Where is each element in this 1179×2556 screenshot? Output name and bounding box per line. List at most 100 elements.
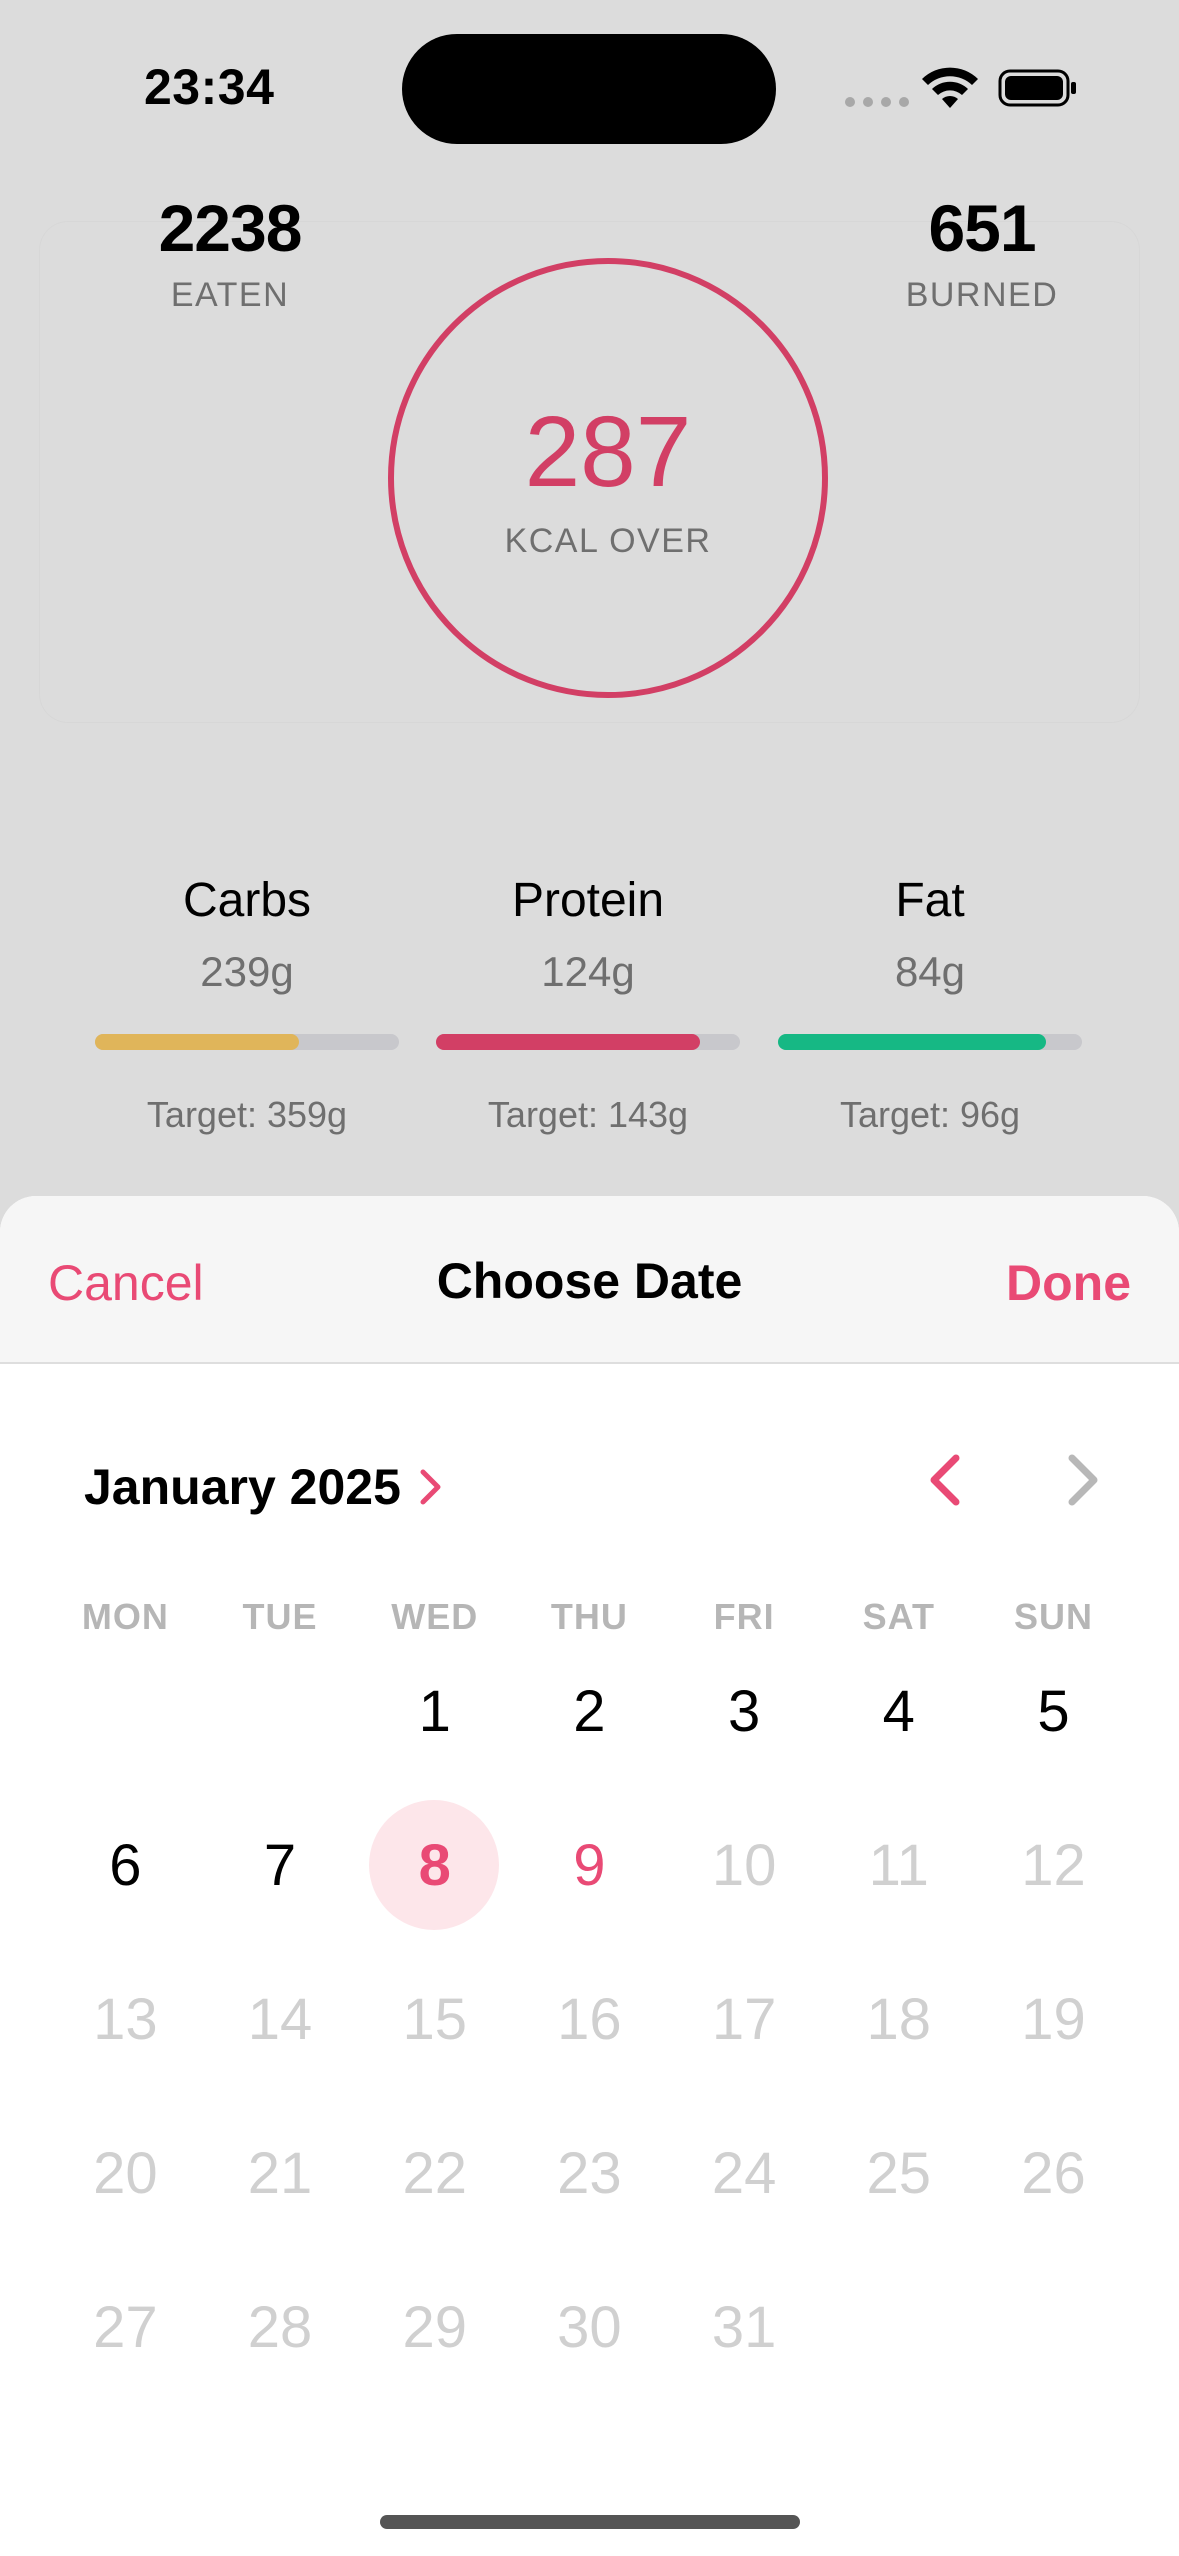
kcal-over-label: KCAL OVER [504,522,712,560]
calendar-day-18: 18 [821,1942,976,2096]
calendar-day-label: 1 [418,1678,451,1744]
calendar-day-label: 22 [402,2140,467,2206]
burned-label: BURNED [905,276,1059,314]
macro-protein: Protein 124g Target: 143g [436,778,740,1136]
calendar-day-label: 7 [263,1832,297,1898]
macro-amount: 84g [894,948,966,995]
status-time: 23:34 [144,59,275,115]
calendar-day-28: 28 [203,2250,358,2404]
weekday-label: SUN [1013,1596,1093,1637]
chevron-right-icon [420,1469,441,1505]
home-indicator [380,2515,800,2529]
sheet-title: Choose Date [436,1253,743,1309]
calendar-day-19: 19 [976,1942,1131,2096]
calendar-day-label: 28 [247,2294,313,2360]
macro-target: Target: 96g [839,1094,1021,1135]
calendar-day-label: 3 [727,1678,761,1744]
calendar-day-5[interactable]: 5 [976,1634,1131,1788]
macro-target: Target: 359g [146,1094,348,1135]
macro-name: Carbs [182,874,312,927]
month-picker-toggle[interactable]: January 2025 [84,1458,443,1516]
calendar-day-3[interactable]: 3 [667,1634,822,1788]
burned-stat: 651 BURNED [852,190,1112,315]
calendar-day-label: 30 [557,2294,622,2360]
calendar-day-16: 16 [512,1942,667,2096]
calendar-day-11: 11 [821,1788,976,1942]
macro-progress-bar [436,1034,740,1050]
calendar-day-1[interactable]: 1 [357,1634,512,1788]
calendar-day-label: 13 [93,1986,158,2052]
calendar-day-label: 19 [1021,1986,1086,2052]
calendar-day-label: 2 [573,1678,606,1744]
macro-name: Protein [511,874,665,927]
weekday-label: SAT [862,1596,935,1637]
weekday-header: MON TUE WED THU FRI SAT SUN [48,1596,1131,1638]
date-picker-sheet: Cancel Choose Date Done January 2025 MON… [0,1196,1179,2556]
calendar-day-20: 20 [48,2096,203,2250]
macro-amount: 239g [200,948,294,995]
next-month-button[interactable] [1062,1452,1102,1508]
weekday-label: THU [550,1596,628,1637]
calendar-day-27: 27 [48,2250,203,2404]
calendar-day-6[interactable]: 6 [48,1788,203,1942]
weekday-label: TUE [242,1596,318,1637]
calendar-day-15: 15 [357,1942,512,2096]
calendar-day-label: 6 [109,1832,142,1898]
calendar-day-label: 10 [711,1832,777,1898]
calendar-day-label: 21 [247,2140,313,2206]
calendar-day-23: 23 [512,2096,667,2250]
calendar-day-24: 24 [667,2096,822,2250]
calendar-blank [48,1634,203,1788]
sheet-header: Cancel Choose Date Done [0,1196,1179,1364]
calendar-day-label: 20 [93,2140,158,2206]
macro-fat: Fat 84g Target: 96g [778,778,1082,1136]
calendar-day-4[interactable]: 4 [821,1634,976,1788]
macro-progress-bar [95,1034,399,1050]
calendar-day-7[interactable]: 7 [203,1788,358,1942]
macro-progress-fill [436,1034,701,1050]
macro-progress-bar [778,1034,1082,1050]
calendar-day-label: 14 [247,1986,313,2052]
cellular-signal-icon [845,97,909,107]
wifi-icon [922,67,978,108]
calendar-day-14: 14 [203,1942,358,2096]
calendar-day-31: 31 [667,2250,822,2404]
calendar-day-label: 8 [418,1832,451,1898]
weekday-label: MON [81,1596,169,1637]
calendar-day-label: 16 [557,1986,622,2052]
calendar-day-label: 5 [1037,1678,1070,1744]
calendar-day-2[interactable]: 2 [512,1634,667,1788]
calendar-day-13: 13 [48,1942,203,2096]
calendar-day-25: 25 [821,2096,976,2250]
macro-carbs: Carbs 239g Target: 359g [95,778,399,1136]
macro-amount: 124g [541,948,635,995]
done-button[interactable]: Done [1006,1254,1131,1312]
calendar-day-label: 12 [1021,1832,1086,1898]
calendar-day-10: 10 [667,1788,822,1942]
calendar-day-label: 23 [557,2140,622,2206]
calendar-day-9[interactable]: 9 [512,1788,667,1942]
screen: 23:34 2238 EATEN 287 KCAL OVER 651 BURNE… [0,0,1179,2556]
macro-target: Target: 143g [487,1094,689,1135]
calendar-day-26: 26 [976,2096,1131,2250]
calendar-day-label: 4 [882,1678,915,1744]
calendar-day-17: 17 [667,1942,822,2096]
calendar-day-12: 12 [976,1788,1131,1942]
dynamic-island [402,34,776,144]
calendar-day-label: 31 [711,2294,777,2360]
eaten-label: EATEN [170,276,290,314]
weekday-label: WED [391,1596,479,1637]
macro-progress-fill [95,1034,299,1050]
calendar-day-label: 29 [402,2294,467,2360]
kcal-over-value: 287 [524,396,692,508]
calendar-day-21: 21 [203,2096,358,2250]
macro-name: Fat [895,874,965,927]
calendar-day-label: 15 [402,1986,467,2052]
calendar-day-8[interactable]: 8 [357,1788,512,1942]
macros-card: Carbs 239g Target: 359g Protein 124g Tar… [40,778,1139,1178]
calendar-day-label: 18 [866,1986,932,2052]
previous-month-button[interactable] [926,1452,966,1508]
calendar-day-label: 27 [93,2294,158,2360]
month-label: January 2025 [84,1459,401,1515]
calendar-day-grid: 1 2 3 4 5 6 7 8 9 10 11 12 13 14 15 16 17 18 19 20 21 22 23 24 2… [48,1634,1131,2404]
